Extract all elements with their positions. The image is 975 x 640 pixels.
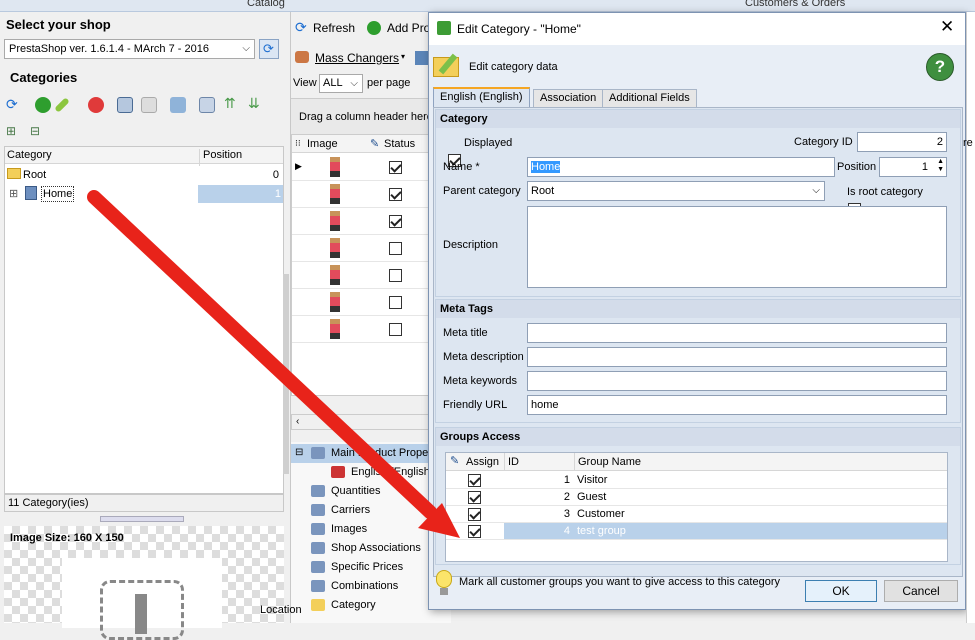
location-label: Location: [260, 604, 302, 616]
arrow-shaft: [87, 190, 437, 519]
red-arrow-annotation: [87, 190, 460, 538]
